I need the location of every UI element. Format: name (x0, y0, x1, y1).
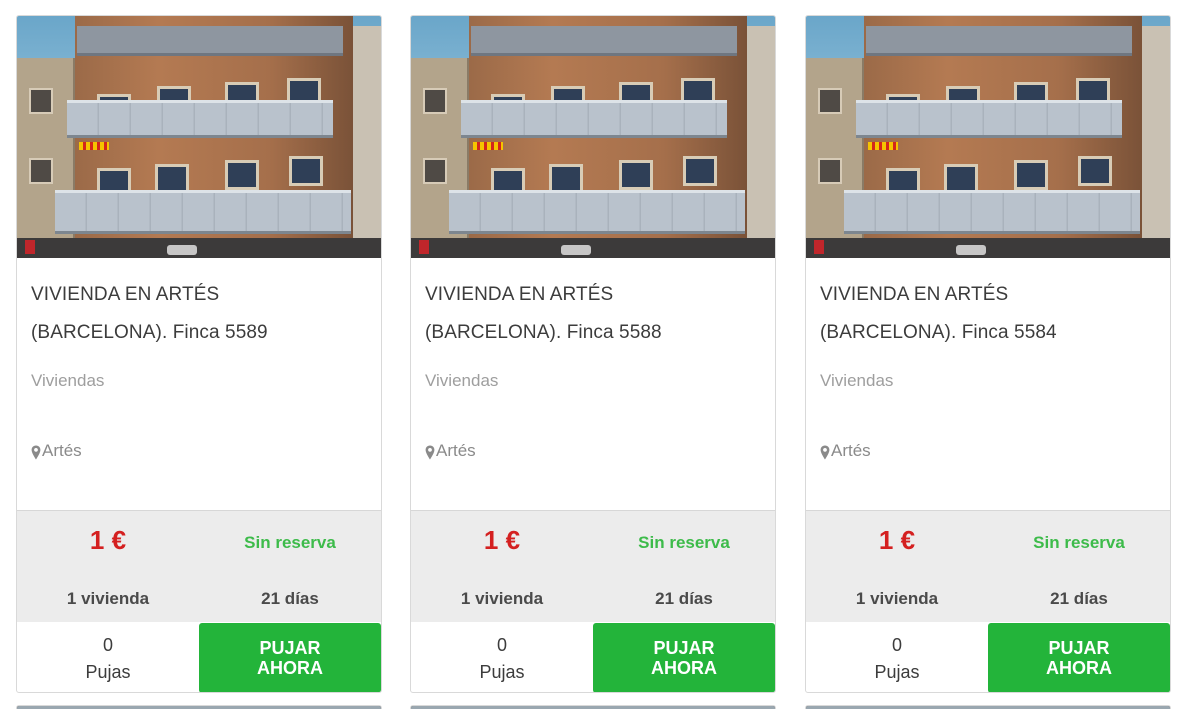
bid-counter: 0 Pujas (17, 622, 199, 692)
listing-title[interactable]: VIVIENDA EN ARTÉS (BARCELONA). Finca 558… (425, 276, 761, 352)
photo-main-building (55, 16, 353, 258)
bid-count: 0 (496, 635, 507, 655)
reserve-status: Sin reserva (1033, 533, 1125, 552)
card-body: VIVIENDA EN ARTÉS (BARCELONA). Finca 558… (806, 258, 1170, 510)
next-listing-card-edge[interactable] (410, 705, 776, 709)
card-footer: 0 Pujas PUJAR AHORA (17, 622, 381, 692)
listing-category: Viviendas (820, 371, 894, 390)
bid-now-button[interactable]: PUJAR AHORA (988, 623, 1170, 692)
photo-flag (868, 142, 898, 150)
auction-stats: 1 € Sin reserva 1 vivienda 21 días (17, 510, 381, 622)
listing-grid: VIVIENDA EN ARTÉS (BARCELONA). Finca 558… (0, 0, 1200, 709)
listing-title[interactable]: VIVIENDA EN ARTÉS (BARCELONA). Finca 558… (31, 276, 367, 352)
bid-count: 0 (102, 635, 113, 655)
next-listing-card-edge[interactable] (16, 705, 382, 709)
reserve-status: Sin reserva (244, 533, 336, 552)
days-remaining: 21 días (1050, 589, 1108, 608)
listing-category: Viviendas (31, 371, 105, 390)
photo-main-building (844, 16, 1142, 258)
listing-title-line1: VIVIENDA EN ARTÉS (31, 284, 220, 305)
listing-card[interactable]: VIVIENDA EN ARTÉS (BARCELONA). Finca 558… (16, 15, 382, 693)
property-photo[interactable] (411, 16, 775, 258)
bid-now-button[interactable]: PUJAR AHORA (593, 623, 775, 692)
photo-storefront (17, 238, 381, 258)
bid-count: 0 (891, 635, 902, 655)
auction-stats: 1 € Sin reserva 1 vivienda 21 días (806, 510, 1170, 622)
listing-title-line2: (BARCELONA). Finca 5584 (820, 322, 1057, 343)
bid-count-label: Pujas (874, 662, 920, 682)
days-remaining: 21 días (261, 589, 319, 608)
listing-title-line2: (BARCELONA). Finca 5588 (425, 322, 662, 343)
card-body: VIVIENDA EN ARTÉS (BARCELONA). Finca 558… (17, 258, 381, 510)
card-footer: 0 Pujas PUJAR AHORA (806, 622, 1170, 692)
listing-price: 1 € (483, 525, 521, 555)
unit-count: 1 vivienda (66, 589, 150, 608)
listing-location: Artés (425, 441, 476, 461)
map-pin-icon (425, 445, 435, 459)
photo-flag (473, 142, 503, 150)
listing-location: Artés (31, 441, 82, 461)
photo-main-building (449, 16, 747, 258)
listing-card[interactable]: VIVIENDA EN ARTÉS (BARCELONA). Finca 558… (410, 15, 776, 693)
bid-count-label: Pujas (85, 662, 131, 682)
next-listing-card-edge[interactable] (805, 705, 1171, 709)
listing-title[interactable]: VIVIENDA EN ARTÉS (BARCELONA). Finca 558… (820, 276, 1156, 352)
map-pin-icon (820, 445, 830, 459)
location-label: Artés (831, 441, 871, 460)
reserve-status: Sin reserva (638, 533, 730, 552)
listing-title-line1: VIVIENDA EN ARTÉS (820, 284, 1009, 305)
bid-counter: 0 Pujas (411, 622, 593, 692)
bid-now-button[interactable]: PUJAR AHORA (199, 623, 381, 692)
days-remaining: 21 días (655, 589, 713, 608)
card-footer: 0 Pujas PUJAR AHORA (411, 622, 775, 692)
property-photo[interactable] (806, 16, 1170, 258)
bid-counter: 0 Pujas (806, 622, 988, 692)
listing-price: 1 € (878, 525, 916, 555)
listing-category: Viviendas (425, 371, 499, 390)
listing-card[interactable]: VIVIENDA EN ARTÉS (BARCELONA). Finca 558… (805, 15, 1171, 693)
property-photo[interactable] (17, 16, 381, 258)
map-pin-icon (31, 445, 41, 459)
location-label: Artés (42, 441, 82, 460)
listing-location: Artés (820, 441, 871, 461)
auction-stats: 1 € Sin reserva 1 vivienda 21 días (411, 510, 775, 622)
listing-title-line2: (BARCELONA). Finca 5589 (31, 322, 268, 343)
photo-storefront (411, 238, 775, 258)
location-label: Artés (436, 441, 476, 460)
photo-storefront (806, 238, 1170, 258)
bid-count-label: Pujas (479, 662, 525, 682)
card-body: VIVIENDA EN ARTÉS (BARCELONA). Finca 558… (411, 258, 775, 510)
unit-count: 1 vivienda (855, 589, 939, 608)
listing-title-line1: VIVIENDA EN ARTÉS (425, 284, 614, 305)
listing-price: 1 € (89, 525, 127, 555)
unit-count: 1 vivienda (460, 589, 544, 608)
photo-flag (79, 142, 109, 150)
